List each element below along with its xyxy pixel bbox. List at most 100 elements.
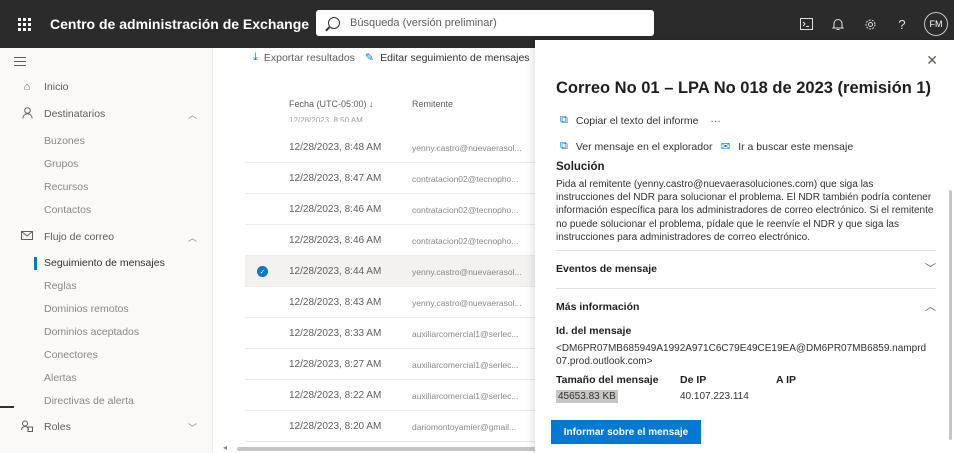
scroll-left-icon[interactable]: ◂ [223,443,227,452]
sidebar-item-roles[interactable]: Roles ﹀ [0,416,213,438]
sidebar-item-destinatarios[interactable]: Destinatarios ︿ [0,103,213,125]
mail-icon [20,231,34,243]
command-bar: ⤓ Exportar resultados ✎ Editar seguimien… [253,51,540,64]
row-sender: contratacion02@tecnopho... [412,236,519,246]
sidebar-nav: ⌂ Inicio Destinatarios ︿ Buzones Grupos … [0,48,213,453]
row-date: 12/28/2023, 8:22 AM [289,390,382,401]
size-label: Tamaño del mensaje [556,374,659,386]
clipped-row: 12/28/2023, 8:50 AM [289,116,363,122]
search-input[interactable]: Búsqueda (versión preliminar) [316,10,654,36]
row-date: 12/28/2023, 8:46 AM [289,204,382,215]
chevron-up-icon: ︿ [187,232,197,243]
sidebar-item-label: Dominios aceptados [44,326,140,338]
sidebar-item-label: Roles [44,421,71,433]
message-id-label: Id. del mensaje [556,325,632,337]
sidebar-item-reglas[interactable]: Reglas [0,275,213,297]
row-sender: contratacion02@tecnopho... [412,174,519,184]
sidebar-item-alertas[interactable]: Alertas [0,367,213,389]
sidebar-item-label: Conectores [44,349,98,361]
sidebar-item-label: Dominios remotos [44,303,129,315]
sidebar-item-buzones[interactable]: Buzones [0,130,213,152]
table-row[interactable]: 12/28/2023, 8:20 AM dariomontoyamier@gma… [245,411,535,442]
sidebar-item-seguimiento-de-mensajes[interactable]: Seguimiento de mensajes [0,252,213,274]
column-header-sender[interactable]: Remitente [412,99,453,109]
row-sender: contratacion02@tecnopho... [412,205,519,215]
more-options-icon[interactable]: ··· [710,115,721,127]
avatar[interactable]: FM [924,12,948,36]
export-results-button[interactable]: ⤓ Exportar resultados [253,51,355,64]
sidebar-item-label: Grupos [44,158,79,170]
copy-report-button[interactable]: ⧉ Copiar el texto del informe ··· [560,114,721,127]
events-section[interactable]: Eventos de mensaje ﹀ [556,250,936,288]
sidebar-item-label: Recursos [44,181,89,193]
copy-icon: ⧉ [560,114,568,126]
sidebar-item-label: Alertas [44,372,77,384]
sidebar-item-recursos[interactable]: Recursos [0,176,213,198]
edit-trace-button[interactable]: ✎ Editar seguimiento de mensajes [364,51,530,65]
table-row[interactable]: 12/28/2023, 8:46 AM contratacion02@tecno… [245,194,535,225]
row-sender: yenny.castro@nuevaerasol... [412,143,522,153]
sidebar-item-contactos[interactable]: Contactos [0,199,213,221]
table-row[interactable]: 12/28/2023, 8:47 AM contratacion02@tecno… [245,163,535,194]
events-heading: Eventos de mensaje [556,263,657,275]
table-row[interactable]: 12/28/2023, 8:43 AM yenny.castro@nuevaer… [245,287,535,318]
table-row[interactable]: 12/28/2023, 8:27 AM auxiliarcomercial1@s… [245,349,535,380]
sidebar-item-dominios-remotos[interactable]: Dominios remotos [0,298,213,320]
export-label: Exportar resultados [263,51,355,64]
person-icon [20,106,34,122]
sidebar-item-label: Inicio [44,81,69,93]
download-icon: ⤓ [253,51,258,63]
sidebar-item-flujo-de-correo[interactable]: Flujo de correo ︿ [0,226,213,248]
pencil-icon: ✎ [364,52,375,64]
table-row-selected[interactable]: ✓ 12/28/2023, 8:44 AM yenny.castro@nueva… [245,256,535,287]
checkmark-icon[interactable]: ✓ [257,266,268,277]
panel-title: Correo No 01 – LPA No 018 de 2023 (remis… [556,79,936,97]
sidebar-item-label: Buzones [44,135,85,147]
row-date: 12/28/2023, 8:43 AM [289,297,382,308]
table-row[interactable]: 12/28/2023, 8:46 AM contratacion02@tecno… [245,225,535,256]
chevron-up-icon[interactable]: ︿ [925,298,936,314]
sidebar-item-label: Directivas de alerta [44,395,134,407]
from-ip-label: De IP [680,374,707,386]
sidebar-item-inicio[interactable]: ⌂ Inicio [0,76,213,98]
home-icon: ⌂ [23,81,31,93]
app-title[interactable]: Centro de administración de Exchange [50,16,309,32]
horizontal-scrollbar[interactable]: ◂ [223,443,537,452]
row-date: 12/28/2023, 8:46 AM [289,235,382,246]
more-info-section[interactable]: Más información ︿ [556,288,936,326]
copy-report-label: Copiar el texto del informe [575,114,699,127]
sidebar-item-dominios-aceptados[interactable]: Dominios aceptados [0,321,213,343]
edit-label: Editar seguimiento de mensajes [380,51,530,64]
scrollbar-thumb[interactable] [237,447,537,451]
list-header: Fecha (UTC-05:00) ↓ Remitente [213,90,535,118]
app-launcher-icon[interactable] [0,0,48,48]
column-header-date[interactable]: Fecha (UTC-05:00) ↓ [289,99,374,109]
size-value: 45653.83 KB [556,390,618,403]
more-info-heading: Más información [556,301,640,313]
table-row[interactable]: 12/28/2023, 8:48 AM yenny.castro@nuevaer… [245,132,535,163]
message-details-panel: ✕ Correo No 01 – LPA No 018 de 2023 (rem… [535,40,954,453]
row-sender: dariomontoyamier@gmail... [412,422,517,432]
close-icon[interactable]: ✕ [926,52,938,69]
sidebar-item-label: Destinatarios [44,108,106,120]
row-date: 12/28/2023, 8:20 AM [289,421,382,432]
to-ip-label: A IP [776,374,797,386]
table-row[interactable]: 12/28/2023, 8:22 AM auxiliarcomercial1@s… [245,380,535,411]
sort-arrow-icon: ↓ [369,99,374,109]
divider [0,406,14,408]
view-in-explorer-button[interactable]: ⧉ Ver mensaje en el explorador [560,140,712,153]
hamburger-icon[interactable] [14,57,26,69]
panel-scrollbar[interactable] [949,190,952,440]
sidebar-item-grupos[interactable]: Grupos [0,153,213,175]
go-search-message-button[interactable]: ✉ Ir a buscar este mensaje [721,140,853,154]
copy-icon: ⧉ [560,140,568,152]
chevron-down-icon[interactable]: ﹀ [925,260,936,276]
sidebar-item-label: Flujo de correo [44,231,115,243]
report-message-button[interactable]: Informar sobre el mensaje [551,420,701,444]
message-id-value: <DM6PR07MB685949A1992A971C6C79E49CE19EA@… [556,343,927,367]
row-date: 12/28/2023, 8:44 AM [289,266,382,277]
sidebar-item-conectores[interactable]: Conectores [0,344,213,366]
table-row[interactable]: 12/28/2023, 8:33 AM auxiliarcomercial1@s… [245,318,535,349]
message-trace-list: ⤓ Exportar resultados ✎ Editar seguimien… [213,48,537,453]
sidebar-item-directivas-de-alerta[interactable]: Directivas de alerta [0,390,213,412]
